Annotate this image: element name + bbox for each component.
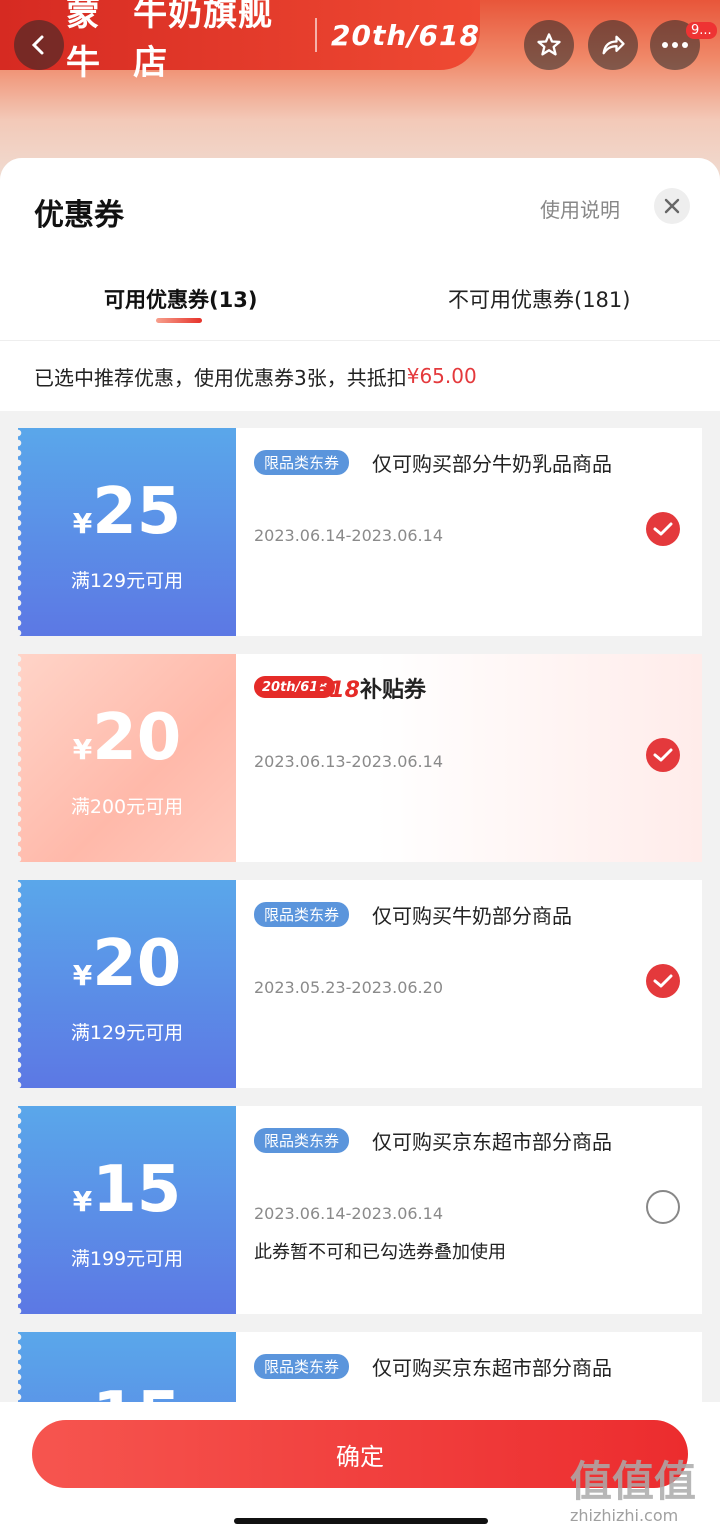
coupon-card[interactable]: ¥20 满129元可用 限品类东券 仅可购买牛奶部分商品 2023.05.23-… xyxy=(18,880,702,1088)
coupon-amount: ¥20 xyxy=(18,932,236,996)
coupon-description: 仅可购买部分牛奶乳品商品 xyxy=(372,452,612,476)
coupon-validity: 2023.06.14-2023.06.14 xyxy=(254,1204,443,1223)
star-icon xyxy=(537,33,561,56)
coupon-card[interactable]: ¥20 满200元可用 20th/618 618补贴券 2023.06.13-2… xyxy=(18,654,702,862)
checkmark-icon xyxy=(653,748,673,762)
more-dots-icon xyxy=(662,42,688,48)
store-banner: 蒙牛 牛奶旗舰店 20th/618 xyxy=(0,0,480,83)
home-indicator xyxy=(234,1518,488,1524)
coupon-description: 仅可购买京东超市部分商品 xyxy=(372,1356,612,1380)
promo-618-label: 618 xyxy=(314,678,360,703)
share-button[interactable] xyxy=(588,20,638,70)
close-icon xyxy=(664,198,680,214)
coupon-validity: 2023.06.14-2023.06.14 xyxy=(254,526,443,545)
coupon-checkbox[interactable] xyxy=(646,1190,680,1224)
coupon-info: 限品类东券 仅可购买部分牛奶乳品商品 2023.06.14-2023.06.14 xyxy=(236,428,702,636)
favorite-button[interactable] xyxy=(524,20,574,70)
coupon-condition: 满200元可用 xyxy=(70,796,184,818)
coupon-promo-title: 618补贴券 xyxy=(314,672,426,704)
banner-divider xyxy=(315,18,318,52)
currency-symbol: ¥ xyxy=(72,733,93,766)
checkmark-icon xyxy=(653,974,673,988)
summary-amount: ¥65.00 xyxy=(406,364,477,388)
coupon-type-tag: 限品类东券 xyxy=(254,450,350,475)
coupon-description: 仅可购买牛奶部分商品 xyxy=(372,904,572,928)
coupon-condition: 满129元可用 xyxy=(70,1022,184,1044)
watermark-logo: 值值值 xyxy=(570,1457,697,1506)
store-name: 牛奶旗舰店 xyxy=(133,0,274,83)
tab-unavailable-coupons[interactable]: 不可用优惠券(181) xyxy=(448,284,630,314)
amount-value: 25 xyxy=(92,475,182,549)
summary-text: 已选中推荐优惠，使用优惠券3张，共抵扣 xyxy=(34,365,407,390)
amount-value: 15 xyxy=(92,1153,182,1227)
coupon-checkbox[interactable] xyxy=(646,512,680,546)
coupon-checkbox[interactable] xyxy=(646,964,680,998)
checkmark-icon xyxy=(653,522,673,536)
close-button[interactable] xyxy=(654,188,690,224)
coupon-amount: ¥25 xyxy=(18,480,236,544)
coupon-validity: 2023.05.23-2023.06.20 xyxy=(254,978,443,997)
chevron-left-icon xyxy=(31,35,44,55)
amount-value: 20 xyxy=(92,701,182,775)
coupon-condition: 满199元可用 xyxy=(70,1248,184,1270)
amount-value: 20 xyxy=(92,927,182,1001)
promo-title-text: 补贴券 xyxy=(359,678,426,703)
coupon-checkbox[interactable] xyxy=(646,738,680,772)
currency-symbol: ¥ xyxy=(72,507,93,540)
currency-symbol: ¥ xyxy=(72,1185,93,1218)
coupon-info: 20th/618 618补贴券 2023.06.13-2023.06.14 xyxy=(236,654,702,862)
coupon-value-panel: ¥20 满200元可用 xyxy=(18,654,236,862)
coupon-stack-note: 此券暂不可和已勾选券叠加使用 xyxy=(254,1242,506,1263)
selection-summary: 已选中推荐优惠，使用优惠券3张，共抵扣 ¥65.00 xyxy=(0,340,720,411)
coupon-info: 限品类东券 仅可购买京东超市部分商品 2023.06.14-2023.06.14… xyxy=(236,1106,702,1314)
coupon-value-panel: ¥20 满129元可用 xyxy=(18,880,236,1088)
watermark-url: zhizhizhi.com xyxy=(570,1506,679,1525)
coupon-type-tag: 限品类东券 xyxy=(254,902,350,927)
coupon-list: ¥25 满129元可用 限品类东券 仅可购买部分牛奶乳品商品 2023.06.1… xyxy=(0,411,720,1535)
coupon-description: 仅可购买京东超市部分商品 xyxy=(372,1130,612,1154)
coupon-sheet: 优惠券 使用说明 可用优惠券(13) 不可用优惠券(181) 已选中推荐优惠，使… xyxy=(0,158,720,1535)
coupon-type-tag: 限品类东券 xyxy=(254,1354,350,1379)
coupon-type-tag: 限品类东券 xyxy=(254,1128,350,1153)
share-icon xyxy=(602,35,625,55)
message-count-badge: 9... xyxy=(686,22,717,39)
coupon-amount: ¥20 xyxy=(18,706,236,770)
coupon-condition: 满129元可用 xyxy=(70,570,184,592)
coupon-validity: 2023.06.13-2023.06.14 xyxy=(254,752,443,771)
store-brand: 蒙牛 xyxy=(66,0,101,83)
coupon-amount: ¥15 xyxy=(18,1158,236,1222)
tab-available-coupons[interactable]: 可用优惠券(13) xyxy=(104,284,257,314)
coupon-info: 限品类东券 仅可购买牛奶部分商品 2023.05.23-2023.06.20 xyxy=(236,880,702,1088)
coupon-card[interactable]: ¥25 满129元可用 限品类东券 仅可购买部分牛奶乳品商品 2023.06.1… xyxy=(18,428,702,636)
coupon-value-panel: ¥15 满199元可用 xyxy=(18,1106,236,1314)
event-badge: 20th/618 xyxy=(331,18,480,52)
currency-symbol: ¥ xyxy=(72,959,93,992)
coupon-card[interactable]: ¥15 满199元可用 限品类东券 仅可购买京东超市部分商品 2023.06.1… xyxy=(18,1106,702,1314)
usage-instructions-link[interactable]: 使用说明 xyxy=(540,194,620,223)
back-button[interactable] xyxy=(14,20,64,70)
active-tab-indicator xyxy=(156,318,202,323)
coupon-value-panel: ¥25 满129元可用 xyxy=(18,428,236,636)
sheet-header: 优惠券 使用说明 可用优惠券(13) 不可用优惠券(181) xyxy=(0,158,720,340)
sheet-title: 优惠券 xyxy=(34,198,124,233)
